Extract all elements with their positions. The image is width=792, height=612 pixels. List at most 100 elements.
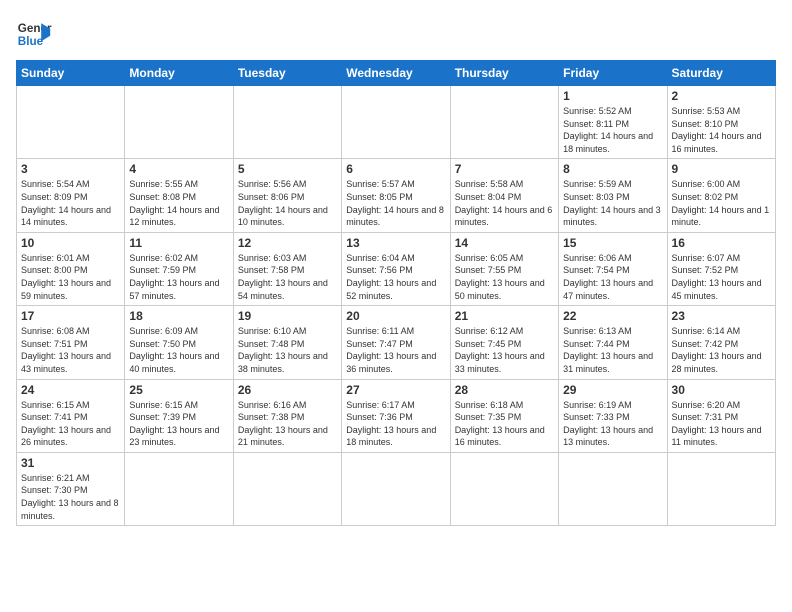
- calendar-cell: 27Sunrise: 6:17 AM Sunset: 7:36 PM Dayli…: [342, 379, 450, 452]
- svg-text:Blue: Blue: [18, 35, 44, 48]
- calendar-week-1: 1Sunrise: 5:52 AM Sunset: 8:11 PM Daylig…: [17, 86, 776, 159]
- day-info: Sunrise: 6:19 AM Sunset: 7:33 PM Dayligh…: [563, 399, 662, 449]
- day-info: Sunrise: 5:54 AM Sunset: 8:09 PM Dayligh…: [21, 178, 120, 228]
- day-number: 15: [563, 236, 662, 250]
- day-number: 28: [455, 383, 554, 397]
- day-info: Sunrise: 6:21 AM Sunset: 7:30 PM Dayligh…: [21, 472, 120, 522]
- day-number: 2: [672, 89, 771, 103]
- calendar-cell: 31 Sunrise: 6:21 AM Sunset: 7:30 PM Dayli…: [17, 452, 125, 525]
- calendar-week-2: 3Sunrise: 5:54 AM Sunset: 8:09 PM Daylig…: [17, 159, 776, 232]
- day-info: Sunrise: 6:16 AM Sunset: 7:38 PM Dayligh…: [238, 399, 337, 449]
- calendar-cell: [450, 452, 558, 525]
- day-number: 23: [672, 309, 771, 323]
- calendar-cell: 24 Sunrise: 6:15 AM Sunset: 7:41 PM Dayli…: [17, 379, 125, 452]
- calendar-cell: [125, 452, 233, 525]
- day-info: Sunrise: 6:13 AM Sunset: 7:44 PM Dayligh…: [563, 325, 662, 375]
- calendar-cell: 30Sunrise: 6:20 AM Sunset: 7:31 PM Dayli…: [667, 379, 775, 452]
- calendar-week-6: 31 Sunrise: 6:21 AM Sunset: 7:30 PM Dayli…: [17, 452, 776, 525]
- day-number: 12: [238, 236, 337, 250]
- day-number: 24: [21, 383, 120, 397]
- weekday-header-thursday: Thursday: [450, 61, 558, 86]
- calendar-table: SundayMondayTuesdayWednesdayThursdayFrid…: [16, 60, 776, 526]
- calendar-cell: 13Sunrise: 6:04 AM Sunset: 7:56 PM Dayli…: [342, 232, 450, 305]
- calendar-cell: [559, 452, 667, 525]
- day-info: Sunrise: 6:01 AM Sunset: 8:00 PM Dayligh…: [21, 252, 120, 302]
- day-info: Sunrise: 6:14 AM Sunset: 7:42 PM Dayligh…: [672, 325, 771, 375]
- day-number: 14: [455, 236, 554, 250]
- day-info: Sunrise: 6:09 AM Sunset: 7:50 PM Dayligh…: [129, 325, 228, 375]
- calendar-cell: 9Sunrise: 6:00 AM Sunset: 8:02 PM Daylig…: [667, 159, 775, 232]
- day-info: Sunrise: 6:12 AM Sunset: 7:45 PM Dayligh…: [455, 325, 554, 375]
- calendar-cell: 5 Sunrise: 5:56 AM Sunset: 8:06 PM Daylig…: [233, 159, 341, 232]
- day-number: 6: [346, 162, 445, 176]
- day-number: 19: [238, 309, 337, 323]
- logo: General Blue: [16, 16, 52, 52]
- calendar-cell: 29 Sunrise: 6:19 AM Sunset: 7:33 PM Dayli…: [559, 379, 667, 452]
- calendar-cell: [233, 86, 341, 159]
- calendar-cell: 8Sunrise: 5:59 AM Sunset: 8:03 PM Daylig…: [559, 159, 667, 232]
- day-number: 16: [672, 236, 771, 250]
- calendar-cell: 2 Sunrise: 5:53 AM Sunset: 8:10 PM Daylig…: [667, 86, 775, 159]
- calendar-cell: 14 Sunrise: 6:05 AM Sunset: 7:55 PM Dayli…: [450, 232, 558, 305]
- calendar-cell: 20 Sunrise: 6:11 AM Sunset: 7:47 PM Dayli…: [342, 306, 450, 379]
- day-number: 11: [129, 236, 228, 250]
- calendar-cell: 21 Sunrise: 6:12 AM Sunset: 7:45 PM Dayli…: [450, 306, 558, 379]
- calendar-cell: 7Sunrise: 5:58 AM Sunset: 8:04 PM Daylig…: [450, 159, 558, 232]
- day-info: Sunrise: 5:53 AM Sunset: 8:10 PM Dayligh…: [672, 105, 771, 155]
- day-info: Sunrise: 5:56 AM Sunset: 8:06 PM Dayligh…: [238, 178, 337, 228]
- day-info: Sunrise: 5:57 AM Sunset: 8:05 PM Dayligh…: [346, 178, 445, 228]
- weekday-header-row: SundayMondayTuesdayWednesdayThursdayFrid…: [17, 61, 776, 86]
- calendar-cell: [233, 452, 341, 525]
- day-info: Sunrise: 5:52 AM Sunset: 8:11 PM Dayligh…: [563, 105, 662, 155]
- day-info: Sunrise: 6:20 AM Sunset: 7:31 PM Dayligh…: [672, 399, 771, 449]
- day-info: Sunrise: 6:15 AM Sunset: 7:39 PM Dayligh…: [129, 399, 228, 449]
- calendar-cell: 28 Sunrise: 6:18 AM Sunset: 7:35 PM Dayli…: [450, 379, 558, 452]
- calendar-cell: 11Sunrise: 6:02 AM Sunset: 7:59 PM Dayli…: [125, 232, 233, 305]
- calendar-body: 1Sunrise: 5:52 AM Sunset: 8:11 PM Daylig…: [17, 86, 776, 526]
- day-number: 13: [346, 236, 445, 250]
- day-info: Sunrise: 6:07 AM Sunset: 7:52 PM Dayligh…: [672, 252, 771, 302]
- day-number: 20: [346, 309, 445, 323]
- calendar-cell: 15 Sunrise: 6:06 AM Sunset: 7:54 PM Dayli…: [559, 232, 667, 305]
- weekday-header-monday: Monday: [125, 61, 233, 86]
- calendar-cell: 19 Sunrise: 6:10 AM Sunset: 7:48 PM Dayli…: [233, 306, 341, 379]
- day-info: Sunrise: 6:15 AM Sunset: 7:41 PM Dayligh…: [21, 399, 120, 449]
- day-number: 8: [563, 162, 662, 176]
- calendar-cell: 16 Sunrise: 6:07 AM Sunset: 7:52 PM Dayli…: [667, 232, 775, 305]
- calendar-cell: [450, 86, 558, 159]
- calendar-cell: 23 Sunrise: 6:14 AM Sunset: 7:42 PM Dayli…: [667, 306, 775, 379]
- day-number: 10: [21, 236, 120, 250]
- calendar-cell: 25Sunrise: 6:15 AM Sunset: 7:39 PM Dayli…: [125, 379, 233, 452]
- calendar-cell: [17, 86, 125, 159]
- weekday-header-wednesday: Wednesday: [342, 61, 450, 86]
- day-number: 4: [129, 162, 228, 176]
- logo-icon: General Blue: [16, 16, 52, 52]
- day-info: Sunrise: 6:05 AM Sunset: 7:55 PM Dayligh…: [455, 252, 554, 302]
- calendar-cell: 22Sunrise: 6:13 AM Sunset: 7:44 PM Dayli…: [559, 306, 667, 379]
- day-number: 26: [238, 383, 337, 397]
- day-number: 27: [346, 383, 445, 397]
- calendar-cell: 3Sunrise: 5:54 AM Sunset: 8:09 PM Daylig…: [17, 159, 125, 232]
- calendar-cell: [342, 452, 450, 525]
- calendar-cell: [125, 86, 233, 159]
- calendar-cell: 17Sunrise: 6:08 AM Sunset: 7:51 PM Dayli…: [17, 306, 125, 379]
- day-info: Sunrise: 6:06 AM Sunset: 7:54 PM Dayligh…: [563, 252, 662, 302]
- calendar-cell: 4Sunrise: 5:55 AM Sunset: 8:08 PM Daylig…: [125, 159, 233, 232]
- calendar-cell: 12Sunrise: 6:03 AM Sunset: 7:58 PM Dayli…: [233, 232, 341, 305]
- day-number: 5: [238, 162, 337, 176]
- calendar-cell: 6 Sunrise: 5:57 AM Sunset: 8:05 PM Daylig…: [342, 159, 450, 232]
- day-info: Sunrise: 6:18 AM Sunset: 7:35 PM Dayligh…: [455, 399, 554, 449]
- day-info: Sunrise: 6:11 AM Sunset: 7:47 PM Dayligh…: [346, 325, 445, 375]
- calendar-cell: 18 Sunrise: 6:09 AM Sunset: 7:50 PM Dayli…: [125, 306, 233, 379]
- day-number: 31: [21, 456, 120, 470]
- day-info: Sunrise: 6:10 AM Sunset: 7:48 PM Dayligh…: [238, 325, 337, 375]
- day-number: 29: [563, 383, 662, 397]
- day-number: 21: [455, 309, 554, 323]
- weekday-header-friday: Friday: [559, 61, 667, 86]
- day-info: Sunrise: 6:08 AM Sunset: 7:51 PM Dayligh…: [21, 325, 120, 375]
- day-number: 18: [129, 309, 228, 323]
- day-info: Sunrise: 6:00 AM Sunset: 8:02 PM Dayligh…: [672, 178, 771, 228]
- calendar-cell: 26 Sunrise: 6:16 AM Sunset: 7:38 PM Dayli…: [233, 379, 341, 452]
- weekday-header-saturday: Saturday: [667, 61, 775, 86]
- weekday-header-tuesday: Tuesday: [233, 61, 341, 86]
